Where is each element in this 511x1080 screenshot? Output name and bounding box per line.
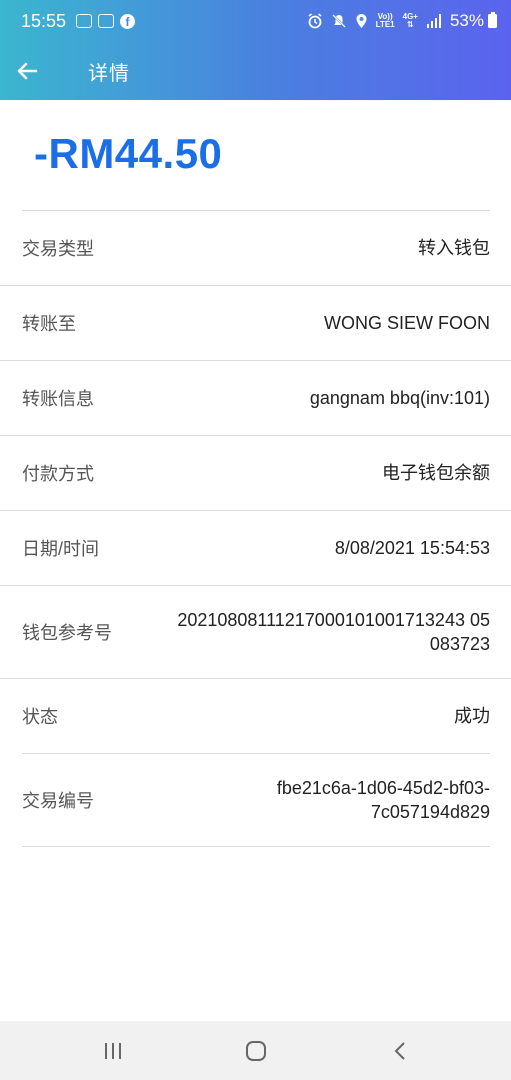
system-nav-bar bbox=[0, 1021, 511, 1080]
header: 15:55 f Vo)) LTE1 4G+ ⇅ 53% 详情 bbox=[0, 0, 511, 100]
wallet-ref-line-1: 20210808111217000101001713243 05 bbox=[177, 610, 490, 630]
back-button[interactable] bbox=[2, 42, 52, 100]
signal-icon bbox=[426, 14, 441, 28]
chevron-left-icon bbox=[394, 1042, 405, 1060]
location-icon bbox=[356, 14, 367, 28]
status-right: Vo)) LTE1 4G+ ⇅ 53% bbox=[307, 11, 497, 31]
arrow-left-icon bbox=[17, 62, 38, 80]
detail-row-transfer-to: 转账至 WONG SIEW FOON bbox=[0, 285, 511, 360]
volte-indicator: Vo)) LTE1 bbox=[376, 13, 395, 29]
transaction-id-line-2: 7c057194d829 bbox=[370, 802, 490, 822]
detail-value: 20210808111217000101001713243 05 083723 bbox=[177, 608, 490, 656]
transaction-details: 交易类型 转入钱包 转账至 WONG SIEW FOON 转账信息 gangna… bbox=[0, 210, 511, 847]
detail-label: 交易类型 bbox=[22, 239, 94, 259]
detail-value: 电子钱包余额 bbox=[382, 463, 490, 483]
detail-value: 转入钱包 bbox=[418, 238, 490, 258]
detail-value: gangnam bbq(inv:101) bbox=[309, 388, 490, 408]
app-bar: 详情 bbox=[0, 42, 511, 100]
battery-percent: 53% bbox=[449, 11, 484, 30]
nav-back-button[interactable] bbox=[380, 1033, 420, 1069]
detail-row-transaction-id: 交易编号 fbe21c6a-1d06-45d2-bf03- 7c057194d8… bbox=[22, 753, 490, 846]
detail-row-wallet-ref: 钱包参考号 20210808111217000101001713243 05 0… bbox=[0, 585, 511, 678]
detail-value: fbe21c6a-1d06-45d2-bf03- 7c057194d829 bbox=[277, 776, 490, 824]
transaction-amount: -RM44.50 bbox=[34, 130, 223, 177]
recents-button[interactable] bbox=[93, 1033, 133, 1069]
detail-label: 日期/时间 bbox=[22, 539, 100, 559]
detail-label: 状态 bbox=[22, 707, 58, 727]
detail-label: 付款方式 bbox=[22, 464, 94, 484]
detail-label: 交易编号 bbox=[22, 791, 94, 811]
detail-value: 8/08/2021 15:54:53 bbox=[334, 538, 490, 558]
detail-label: 转账信息 bbox=[22, 389, 94, 409]
status-time: 15:55 bbox=[21, 10, 67, 31]
detail-row-status: 状态 成功 bbox=[0, 678, 511, 753]
battery-icon bbox=[488, 12, 497, 28]
transaction-id-line-1: fbe21c6a-1d06-45d2-bf03- bbox=[276, 778, 490, 798]
recents-icon bbox=[105, 1043, 121, 1059]
home-icon bbox=[246, 1041, 266, 1061]
mute-icon bbox=[331, 14, 346, 28]
divider bbox=[22, 846, 490, 847]
detail-value: WONG SIEW FOON bbox=[324, 313, 490, 333]
detail-value: 成功 bbox=[454, 706, 490, 726]
detail-label: 转账至 bbox=[22, 314, 76, 334]
home-button[interactable] bbox=[236, 1033, 276, 1069]
data-arrows-icon: ⇅ bbox=[406, 20, 414, 29]
status-bar: 15:55 f Vo)) LTE1 4G+ ⇅ 53% bbox=[0, 0, 511, 42]
detail-row-transfer-info: 转账信息 gangnam bbq(inv:101) bbox=[0, 360, 511, 435]
wallet-ref-line-2: 083723 bbox=[429, 634, 490, 654]
notification-app-icon bbox=[76, 14, 93, 28]
detail-row-type: 交易类型 转入钱包 bbox=[22, 210, 490, 285]
detail-row-datetime: 日期/时间 8/08/2021 15:54:53 bbox=[0, 510, 511, 585]
alarm-icon bbox=[308, 13, 322, 29]
battery-indicator: 53% bbox=[450, 11, 497, 31]
facebook-icon: f bbox=[120, 13, 136, 29]
data-indicator: 4G+ ⇅ bbox=[403, 13, 418, 29]
status-left: 15:55 f bbox=[21, 10, 136, 32]
detail-row-payment-method: 付款方式 电子钱包余额 bbox=[0, 435, 511, 510]
lte-label: LTE1 bbox=[375, 20, 395, 29]
page-title: 详情 bbox=[88, 62, 130, 85]
notification-app-icon-2 bbox=[98, 14, 115, 28]
detail-label: 钱包参考号 bbox=[22, 623, 112, 643]
